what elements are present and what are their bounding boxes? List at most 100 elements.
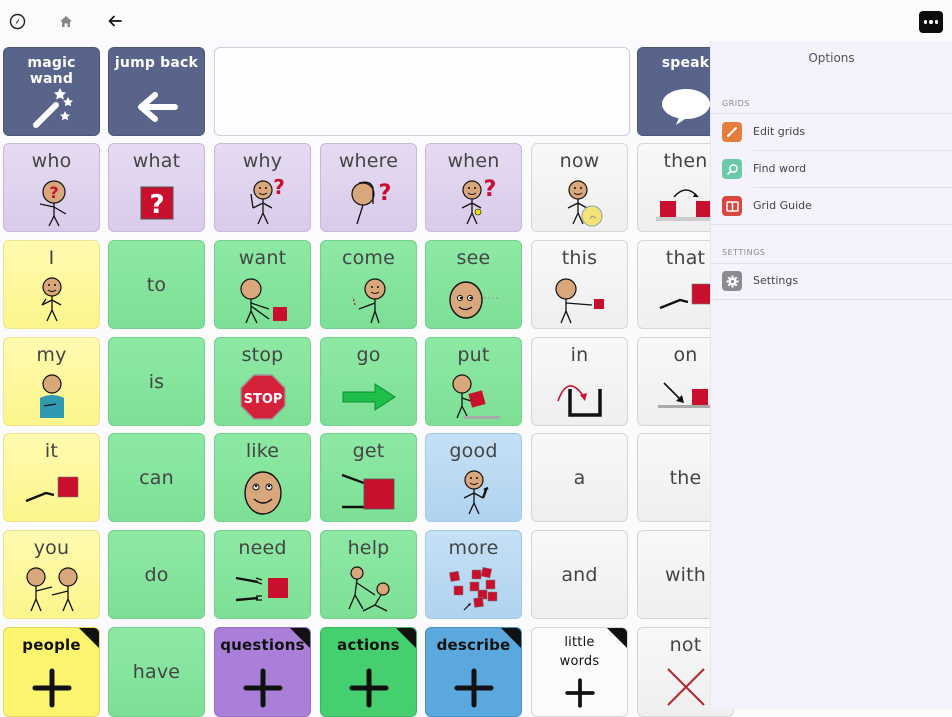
tile-label: where — [338, 150, 399, 172]
word-tile-to[interactable]: to — [108, 240, 205, 329]
folder-corner-marker — [79, 628, 99, 648]
plus-icon — [321, 664, 416, 712]
jump-back-label: jump back — [114, 55, 199, 71]
person-self-icon — [4, 275, 99, 324]
word-tile-is[interactable]: is — [108, 337, 205, 426]
top-bar — [0, 0, 952, 42]
word-tile-and[interactable]: and — [531, 530, 628, 619]
svg-text:?: ? — [149, 190, 164, 220]
tile-label: now — [559, 150, 600, 172]
tile-label: want — [238, 247, 287, 269]
option-find-word[interactable]: Find word — [711, 151, 952, 187]
word-tile-when[interactable]: when ? — [425, 143, 522, 232]
hands-reach-box-icon — [215, 565, 310, 614]
word-tile-stop[interactable]: stop STOP — [214, 337, 311, 426]
word-tile-help[interactable]: help — [320, 530, 417, 619]
option-edit-grids[interactable]: Edit grids — [711, 114, 952, 150]
face-look-icon — [426, 275, 521, 324]
home-icon[interactable] — [56, 11, 76, 31]
tile-label: my — [36, 344, 67, 366]
compass-icon[interactable] — [7, 11, 27, 31]
many-boxes-icon — [426, 565, 521, 614]
person-point-box-icon — [532, 275, 627, 324]
word-tile-need[interactable]: need — [214, 530, 311, 619]
jump-back-button[interactable]: jump back — [108, 47, 205, 136]
options-panel: Options GRIDS Edit grids Find word Grid … — [710, 41, 952, 709]
plus-icon — [4, 664, 99, 712]
dot — [934, 20, 939, 24]
word-tile-good[interactable]: good — [425, 433, 522, 522]
option-settings[interactable]: Settings — [711, 263, 952, 299]
more-options-icon — [923, 20, 928, 24]
arrow-into-container-icon — [532, 372, 627, 421]
tile-label: put — [457, 344, 490, 366]
word-tile-it[interactable]: it — [3, 433, 100, 522]
word-tile-go[interactable]: go — [320, 337, 417, 426]
person-thinking-icon: ? — [215, 175, 310, 227]
word-tile-in[interactable]: in — [531, 337, 628, 426]
word-tile-like[interactable]: like — [214, 433, 311, 522]
svg-text:?: ? — [378, 181, 391, 206]
magic-wand-button[interactable]: magic wand — [3, 47, 100, 136]
folder-corner-marker — [396, 628, 416, 648]
word-tile-can[interactable]: can — [108, 433, 205, 522]
person-clock-icon — [532, 178, 627, 227]
tile-label: need — [238, 537, 287, 559]
word-tile-come[interactable]: come — [320, 240, 417, 329]
word-tile-questions[interactable]: questions — [214, 627, 311, 717]
word-tile-actions[interactable]: actions — [320, 627, 417, 717]
person-put-box-icon — [426, 372, 521, 421]
pencil-icon — [722, 122, 742, 142]
word-tile-i[interactable]: I — [3, 240, 100, 329]
tile-label: this — [561, 247, 598, 269]
back-arrow-icon[interactable] — [105, 11, 125, 31]
tile-label: I — [48, 247, 55, 269]
word-tile-see[interactable]: see — [425, 240, 522, 329]
tile-label: stop — [241, 344, 284, 366]
word-tile-where[interactable]: where? — [320, 143, 417, 232]
word-tile-people[interactable]: people — [3, 627, 100, 717]
magnifier-icon — [722, 159, 742, 179]
tile-label: why — [242, 150, 283, 172]
tile-label: little words — [559, 635, 600, 669]
dot — [929, 20, 933, 24]
tile-label: have — [132, 661, 181, 683]
word-tile-this[interactable]: this — [531, 240, 628, 329]
tile-label: is — [148, 370, 165, 393]
message-bar[interactable] — [214, 47, 630, 136]
word-tile-what[interactable]: what? — [108, 143, 205, 232]
word-tile-you[interactable]: you — [3, 530, 100, 619]
tile-label: can — [139, 466, 174, 489]
tile-label: see — [456, 247, 491, 269]
word-tile-more[interactable]: more — [425, 530, 522, 619]
word-tile-my[interactable]: my — [3, 337, 100, 426]
gear-icon — [722, 271, 742, 291]
section-heading-settings: SETTINGS — [722, 248, 766, 257]
word-tile-who[interactable]: who? — [3, 143, 100, 232]
word-tile-now[interactable]: now — [531, 143, 628, 232]
word-tile-do[interactable]: do — [108, 530, 205, 619]
word-tile-put[interactable]: put — [425, 337, 522, 426]
two-people-pointing-icon — [4, 565, 99, 614]
word-tile-want[interactable]: want — [214, 240, 311, 329]
person-question-icon: ? — [4, 178, 99, 227]
word-tile-a[interactable]: a — [531, 433, 628, 522]
tile-label: who — [31, 150, 72, 172]
person-watch-icon: ? — [426, 177, 521, 227]
word-tile-have[interactable]: have — [108, 627, 205, 717]
section-heading-grids: GRIDS — [722, 99, 750, 108]
word-tile-get[interactable]: get — [320, 433, 417, 522]
tile-label: come — [341, 247, 396, 269]
person-beckon-icon — [321, 275, 416, 324]
tile-label: you — [33, 537, 70, 559]
option-grid-guide[interactable]: Grid Guide — [711, 188, 952, 224]
svg-text:?: ? — [273, 175, 285, 199]
magic-wand-icon — [4, 82, 99, 131]
more-options-button[interactable] — [919, 11, 943, 33]
word-tile-little-words[interactable]: little words — [531, 627, 628, 717]
tile-label: like — [245, 440, 280, 462]
tile-label: to — [146, 273, 167, 296]
word-tile-describe[interactable]: describe — [425, 627, 522, 717]
stop-sign-icon: STOP — [215, 372, 310, 421]
word-tile-why[interactable]: why ? — [214, 143, 311, 232]
